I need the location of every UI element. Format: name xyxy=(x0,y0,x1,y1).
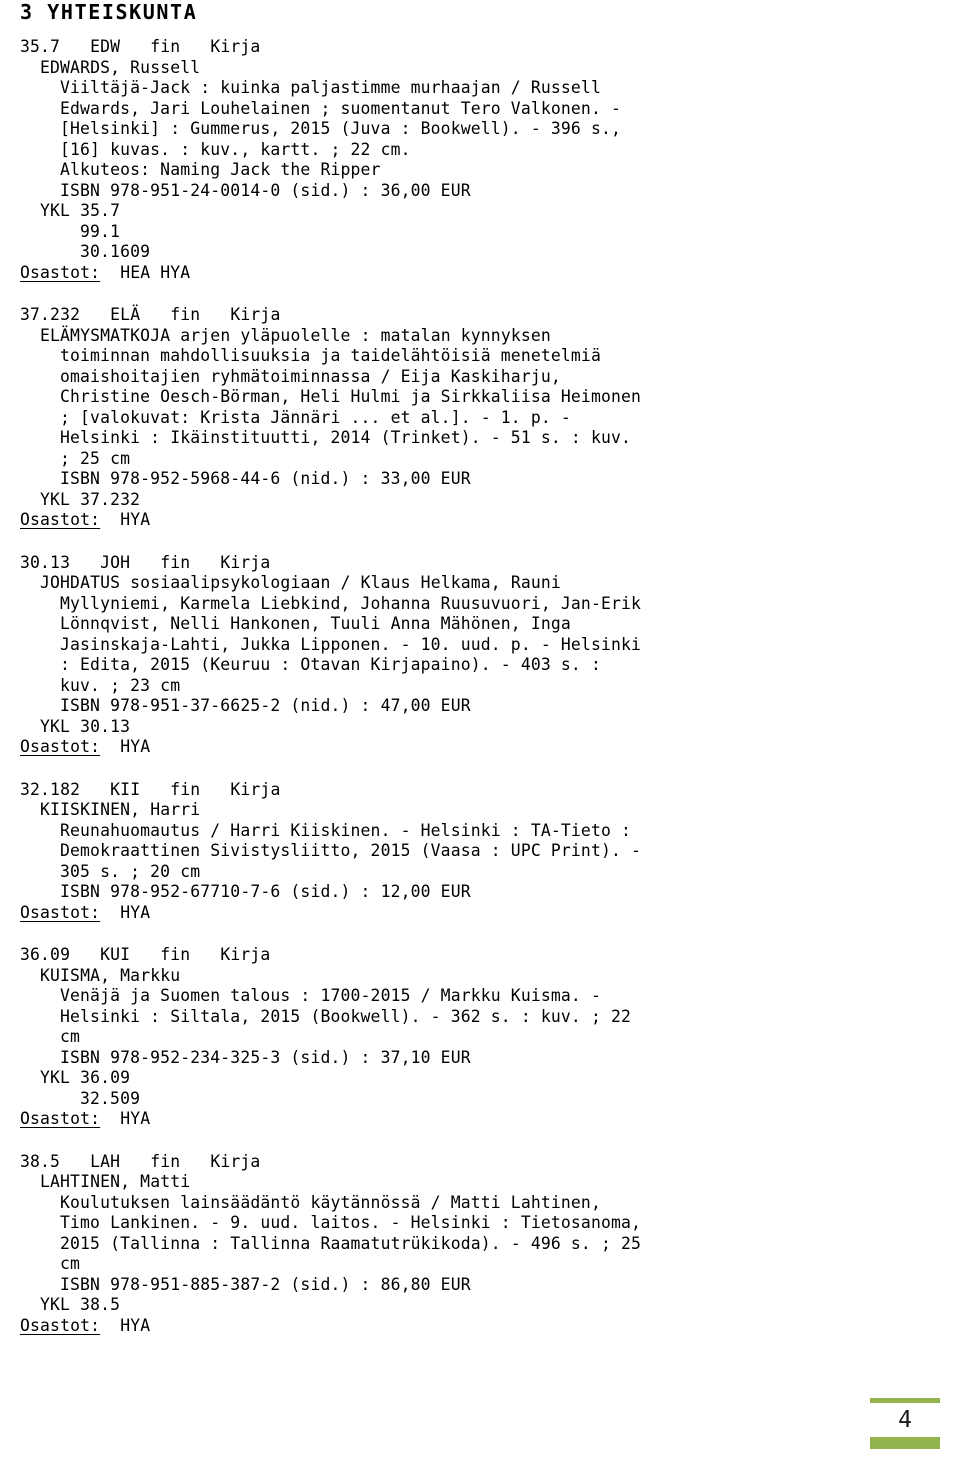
record-line: toiminnan mahdollisuuksia ja taidelähtöi… xyxy=(60,346,601,365)
osastot-label: Osastot: xyxy=(20,262,101,282)
page-footer: 4 xyxy=(0,1398,960,1458)
osastot-line: Osastot: HEA HYA xyxy=(20,263,940,284)
record-line: ISBN 978-951-37-6625-2 (nid.) : 47,00 EU… xyxy=(60,696,471,715)
osastot-line: Osastot: HYA xyxy=(20,737,940,758)
record-line: Edwards, Jari Louhelainen ; suomentanut … xyxy=(60,98,622,118)
record-line: Myllyniemi, Karmela Liebkind, Johanna Ru… xyxy=(60,593,642,613)
osastot-value: HYA xyxy=(120,510,151,529)
record-line: Timo Lankinen. - 9. uud. laitos. - Helsi… xyxy=(60,1213,642,1232)
record-line: ELÄMYSMATKOJA arjen yläpuolelle : matala… xyxy=(40,325,551,345)
bibliographic-record: 35.7 EDW fin Kirja EDWARDS, Russell Viiltä… xyxy=(20,37,940,283)
osastot-value: HYA xyxy=(120,737,151,756)
osastot-label: Osastot: xyxy=(20,510,101,529)
record-line: ISBN 978-952-67710-7-6 (sid.) : 12,00 EU… xyxy=(60,882,471,901)
record-line: : Edita, 2015 (Keuruu : Otavan Kirjapain… xyxy=(60,655,601,674)
record-line: 37.232 ELÄ fin Kirja xyxy=(20,305,281,324)
record-line: cm xyxy=(60,1254,81,1273)
bibliographic-record: 38.5 LAH fin Kirja LAHTINEN, Matti Koulutu… xyxy=(20,1152,940,1337)
osastot-value: HEA HYA xyxy=(120,262,191,282)
record-line: omaishoitajien ryhmätoiminnassa / Eija K… xyxy=(60,366,561,386)
record-line: ISBN 978-951-885-387-2 (sid.) : 86,80 EU… xyxy=(60,1274,471,1294)
bibliographic-record-list: 35.7 EDW fin Kirja EDWARDS, Russell Viiltä… xyxy=(20,37,940,1336)
record-line: YKL 30.13 xyxy=(40,716,131,736)
record-line: Lönnqvist, Nelli Hankonen, Tuuli Anna Mä… xyxy=(60,614,571,633)
record-line: 32.509 xyxy=(80,1088,141,1108)
record-line: Helsinki : Siltala, 2015 (Bookwell). - 3… xyxy=(60,1006,632,1026)
bibliographic-record: 32.182 KII fin Kirja KIISKINEN, Harri Reun… xyxy=(20,780,940,924)
page-title: 3 YHTEISKUNTA xyxy=(20,0,198,24)
record-line: ISBN 978-952-234-325-3 (sid.) : 37,10 EU… xyxy=(60,1047,471,1067)
record-line: YKL 35.7 xyxy=(40,201,121,220)
osastot-line: Osastot: HYA xyxy=(20,903,940,924)
record-line: KIISKINEN, Harri xyxy=(40,800,201,819)
record-line: Christine Oesch-Börman, Heli Hulmi ja Si… xyxy=(60,387,642,406)
bibliographic-record: 36.09 KUI fin Kirja KUISMA, Markku Venäjä … xyxy=(20,945,940,1130)
record-line: 99.1 xyxy=(80,221,121,241)
record-line: Reunahuomautus / Harri Kiiskinen. - Hels… xyxy=(60,820,632,840)
record-line: Koulutuksen lainsäädäntö käytännössä / M… xyxy=(60,1192,601,1212)
record-line: LAHTINEN, Matti xyxy=(40,1172,191,1191)
record-line: 36.09 KUI fin Kirja xyxy=(20,945,271,964)
bibliographic-record: 30.13 JOH fin Kirja JOHDATUS sosiaalipsyk… xyxy=(20,553,940,758)
record-line: YKL 36.09 xyxy=(40,1068,131,1087)
record-line: ; [valokuvat: Krista Jännäri ... et al.]… xyxy=(60,407,571,427)
record-line: 305 s. ; 20 cm xyxy=(60,861,201,881)
osastot-value: HYA xyxy=(120,1315,151,1335)
record-line: kuv. ; 23 cm xyxy=(60,675,181,695)
osastot-line: Osastot: HYA xyxy=(20,1316,940,1337)
record-line: Venäjä ja Suomen talous : 1700-2015 / Ma… xyxy=(60,986,601,1005)
record-line: ; 25 cm xyxy=(60,448,131,468)
record-line: cm xyxy=(60,1027,81,1046)
bibliographic-record: 37.232 ELÄ fin Kirja ELÄMYSMATKOJA arjen … xyxy=(20,305,940,531)
record-line: Helsinki : Ikäinstituutti, 2014 (Trinket… xyxy=(60,428,632,447)
osastot-label: Osastot: xyxy=(20,1315,101,1335)
record-line: EDWARDS, Russell xyxy=(40,57,201,77)
record-line: KUISMA, Markku xyxy=(40,965,181,985)
record-line: 35.7 EDW fin Kirja xyxy=(20,37,261,56)
osastot-value: HYA xyxy=(120,1109,151,1128)
osastot-line: Osastot: HYA xyxy=(20,510,940,531)
osastot-value: HYA xyxy=(120,902,151,922)
record-line: ISBN 978-951-24-0014-0 (sid.) : 36,00 EU… xyxy=(60,180,471,200)
osastot-label: Osastot: xyxy=(20,1109,101,1128)
record-line: 30.1609 xyxy=(80,242,151,261)
record-line: YKL 38.5 xyxy=(40,1295,121,1314)
record-line: 32.182 KII fin Kirja xyxy=(20,779,281,799)
record-line: 30.13 JOH fin Kirja xyxy=(20,552,271,572)
osastot-label: Osastot: xyxy=(20,902,101,922)
record-line: JOHDATUS sosiaalipsykologiaan / Klaus He… xyxy=(40,573,561,592)
record-line: ISBN 978-952-5968-44-6 (nid.) : 33,00 EU… xyxy=(60,469,471,488)
record-line: [16] kuvas. : kuv., kartt. ; 22 cm. xyxy=(60,139,411,159)
footer-rule-top xyxy=(870,1398,940,1403)
osastot-line: Osastot: HYA xyxy=(20,1109,940,1130)
record-line: Viiltäjä-Jack : kuinka paljastimme murha… xyxy=(60,78,601,97)
page-number: 4 xyxy=(898,1407,912,1433)
record-line: [Helsinki] : Gummerus, 2015 (Juva : Book… xyxy=(60,119,622,138)
document-page: 3 YHTEISKUNTA 35.7 EDW fin Kirja EDWARDS,… xyxy=(0,0,960,1466)
record-line: 2015 (Tallinna : Tallinna Raamatutrükiko… xyxy=(60,1233,642,1253)
record-line: 38.5 LAH fin Kirja xyxy=(20,1151,261,1171)
record-line: Jasinskaja-Lahti, Jukka Lipponen. - 10. … xyxy=(60,634,642,654)
record-line: YKL 37.232 xyxy=(40,489,141,509)
osastot-label: Osastot: xyxy=(20,737,101,756)
record-line: Alkuteos: Naming Jack the Ripper xyxy=(60,160,381,179)
record-line: Demokraattinen Sivistysliitto, 2015 (Vaa… xyxy=(60,841,642,860)
footer-rule-bottom xyxy=(870,1437,940,1449)
